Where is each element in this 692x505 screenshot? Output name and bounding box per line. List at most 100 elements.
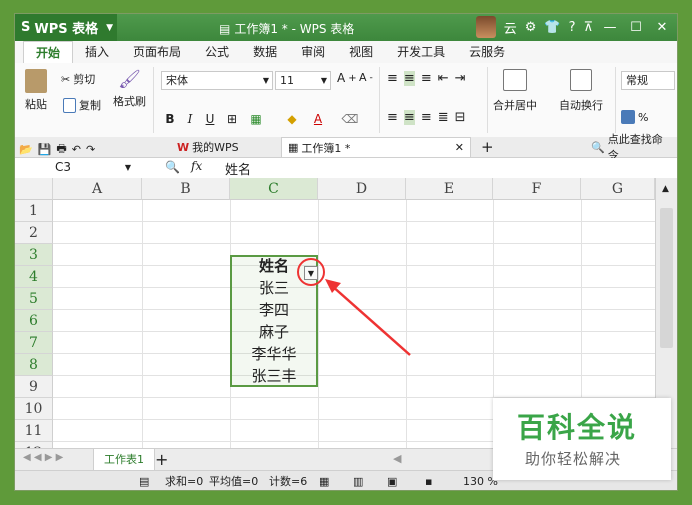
cell-c7[interactable]: 李华华 [230,343,318,365]
align-right-icon[interactable]: ≡ [421,110,432,125]
row-header[interactable]: 1 [15,200,53,222]
page-break-view-icon[interactable]: ▣ [387,471,397,490]
minimize-icon[interactable]: — [601,20,619,35]
tab-formulas[interactable]: 公式 [193,41,241,63]
row-header[interactable]: 4 [15,266,53,288]
cut-label: 剪切 [73,73,96,86]
justify-icon[interactable]: ≣ [438,110,449,125]
underline-button[interactable]: U [201,110,219,128]
align-left-icon[interactable]: ≡ [387,110,398,125]
tab-home[interactable]: 开始 [23,40,74,64]
distribute-icon[interactable]: ⊟ [455,110,466,125]
scroll-up-icon[interactable]: ▲ [662,184,669,194]
number-format-select[interactable]: 常规 [621,71,675,90]
row-header[interactable]: 2 [15,222,53,244]
redo-icon[interactable]: ↷ [86,143,95,156]
font-size-value: 11 [280,74,294,87]
tab-workbook[interactable]: ▦ 工作簿1 * ✕ [281,137,471,157]
column-header-d[interactable]: D [318,178,406,200]
skin-icon[interactable]: 👕 [544,20,560,35]
indent-increase-icon[interactable]: ⇥ [455,71,466,86]
help-button[interactable]: ? [569,20,576,35]
wrap-text-button[interactable]: 自动换行 [559,69,603,113]
column-header-c[interactable]: C [230,178,318,200]
row-header[interactable]: 3 [15,244,53,266]
align-bottom-icon[interactable]: ≡ [421,71,432,86]
copy-label: 复制 [79,99,101,112]
percent-button[interactable]: % [621,110,648,124]
cell-c5[interactable]: 李四 [230,299,318,321]
clear-format-icon[interactable]: ⌫ [341,110,359,128]
undo-icon[interactable]: ↶ [72,143,81,156]
tab-cloud-service[interactable]: 云服务 [457,41,517,63]
cloud-label[interactable]: 云 [504,18,517,37]
merge-center-button[interactable]: 合并居中 [493,69,537,113]
row-header[interactable]: 11 [15,420,53,442]
row-header[interactable]: 5 [15,288,53,310]
cell-c8[interactable]: 张三丰 [230,365,318,387]
tab-insert[interactable]: 插入 [73,41,121,63]
row-header[interactable]: 6 [15,310,53,332]
zoom-icon[interactable]: 🔍 [165,160,180,174]
align-top-icon[interactable]: ≡ [387,71,398,86]
print-icon[interactable]: 🖶 [56,140,66,159]
scroll-thumb[interactable] [660,208,673,348]
italic-button[interactable]: I [181,110,199,128]
row-header[interactable]: 10 [15,398,53,420]
tab-review[interactable]: 审阅 [289,41,337,63]
align-middle-icon[interactable]: ≡ [403,71,415,86]
cut-button[interactable]: ✂ 剪切 [61,71,95,87]
tab-my-wps[interactable]: W 我的WPS [171,137,245,157]
settings-icon[interactable]: ⚙ [525,20,537,35]
close-tab-icon[interactable]: ✕ [455,141,464,154]
sheet-nav-icon[interactable]: ◀ ◀ ▶ ▶ [23,452,63,463]
font-color-icon[interactable]: A [309,110,327,128]
maximize-icon[interactable]: ☐ [627,20,645,35]
normal-view-icon[interactable]: ▦ [319,471,329,490]
border-icon[interactable]: ⊞ [223,110,241,128]
name-box[interactable]: C3 ▼ [55,159,131,176]
search-command[interactable]: 🔍 点此查找命令 [585,133,677,162]
column-header-g[interactable]: G [581,178,655,200]
save-icon[interactable]: 💾 [38,143,52,156]
page-layout-view-icon[interactable]: ▥ [353,471,363,490]
hscroll-left-icon[interactable]: ◀ [393,452,401,465]
title-right-controls: 云 ⚙ 👕 ? ⊼ — ☐ ✕ [475,16,671,38]
row-header[interactable]: 8 [15,354,53,376]
paste-button[interactable]: 粘贴 [25,69,47,112]
add-sheet-icon[interactable]: + [155,450,168,469]
close-icon[interactable]: ✕ [653,20,671,35]
avatar[interactable] [475,16,496,38]
tab-developer[interactable]: 开发工具 [385,41,457,63]
font-shrink-button[interactable]: A- [359,71,373,84]
tab-view[interactable]: 视图 [337,41,385,63]
align-center-icon[interactable]: ≡ [403,110,415,125]
highlight-icon[interactable]: ◆ [283,110,301,128]
column-header-b[interactable]: B [142,178,230,200]
font-size-select[interactable]: 11 ▼ [275,71,331,90]
tab-data[interactable]: 数据 [241,41,289,63]
fx-icon[interactable]: fx [191,159,202,173]
copy-button[interactable]: 复制 [63,97,101,113]
cell-c6[interactable]: 麻子 [230,321,318,343]
column-header-a[interactable]: A [53,178,142,200]
ribbon-collapse-icon[interactable]: ⊼ [583,20,593,35]
row-header[interactable]: 7 [15,332,53,354]
new-tab-icon[interactable]: + [475,137,500,157]
format-painter-button[interactable]: 🖌 格式刷 [113,69,146,109]
open-folder-icon[interactable]: 📂 [19,143,33,156]
column-header-e[interactable]: E [406,178,493,200]
select-all-corner[interactable] [15,178,53,200]
row-header[interactable]: 9 [15,376,53,398]
bold-button[interactable]: B [161,110,179,128]
fill-color-icon[interactable]: ▦ [247,110,265,128]
formula-input[interactable]: 姓名 [225,159,251,178]
app-menu-button[interactable]: S WPS 表格 ▼ [15,14,117,41]
font-grow-button[interactable]: A + [337,71,357,85]
reading-mode-icon[interactable]: ▪ [425,471,432,490]
sheet-tab[interactable]: 工作表1 [93,449,155,471]
tab-page-layout[interactable]: 页面布局 [121,41,193,63]
indent-decrease-icon[interactable]: ⇤ [438,71,449,86]
font-name-select[interactable]: 宋体 ▼ [161,71,273,90]
column-header-f[interactable]: F [493,178,581,200]
